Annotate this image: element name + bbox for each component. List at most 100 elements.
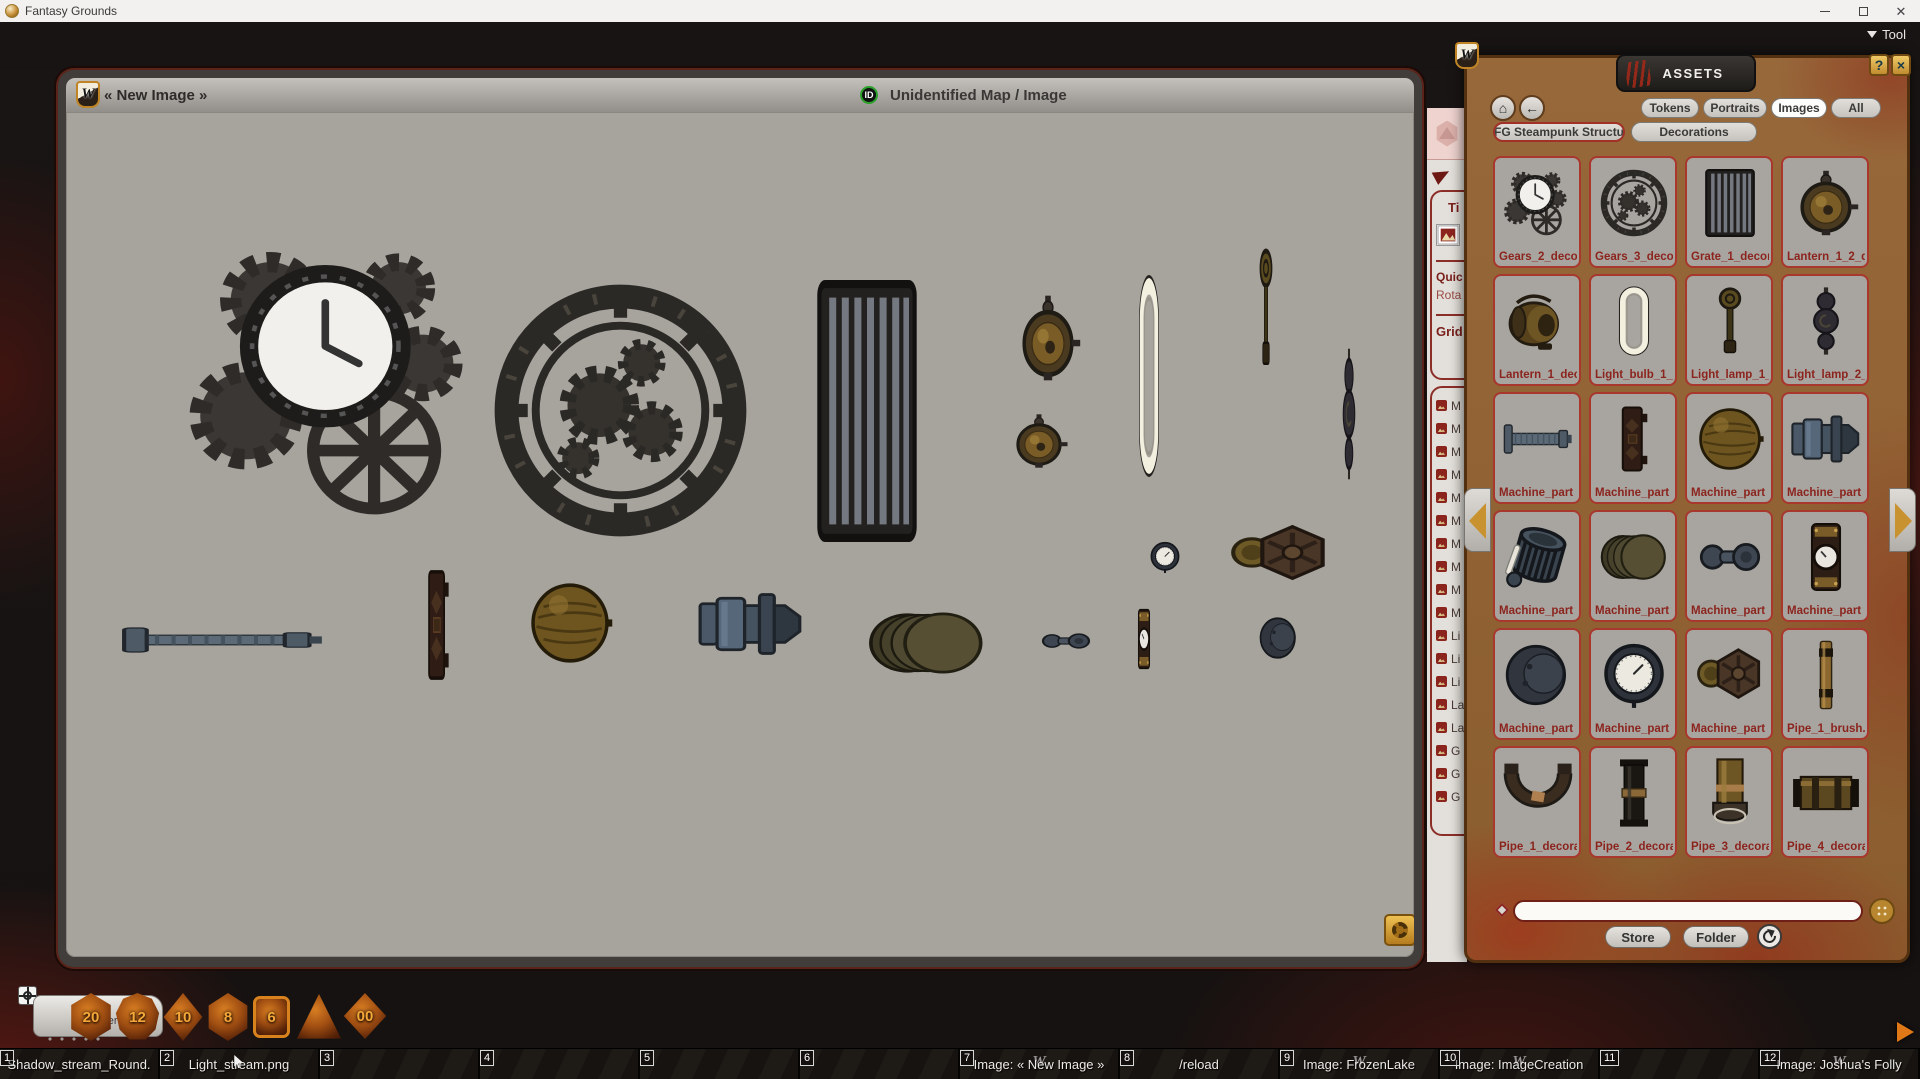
canvas-object-small-gauge[interactable] [1148, 540, 1182, 574]
hotkey-slot-3[interactable]: 3 [320, 1049, 480, 1079]
asset-item[interactable]: Lantern_1_dec [1493, 274, 1581, 386]
category-filter-button[interactable]: Decorations [1631, 122, 1757, 142]
die-d4[interactable] [296, 993, 342, 1041]
refresh-button[interactable] [1757, 924, 1782, 949]
folder-button[interactable]: Folder [1683, 926, 1749, 948]
hotkey-slot-12[interactable]: 12WImage: Joshua's Folly [1760, 1049, 1920, 1079]
image-canvas[interactable] [66, 112, 1414, 957]
image-thumb-icon[interactable] [1436, 224, 1460, 246]
hotkey-slot-9[interactable]: 9WImage: FrozenLake [1280, 1049, 1440, 1079]
search-input[interactable] [1513, 900, 1863, 922]
asset-item[interactable]: Light_lamp_1_ [1685, 274, 1773, 386]
canvas-object-gold-disc[interactable] [526, 578, 614, 668]
home-button[interactable]: ⌂ [1490, 95, 1516, 121]
canvas-object-bolt-pipe[interactable] [120, 610, 326, 670]
asset-item[interactable]: Light_bulb_1_d [1589, 274, 1677, 386]
asset-item[interactable]: Gears_3_decor [1589, 156, 1677, 268]
asset-item[interactable]: Pipe_3_decora [1685, 746, 1773, 858]
asset-item[interactable]: Gears_2_decor [1493, 156, 1581, 268]
assets-panel-title[interactable]: Assets [1616, 54, 1756, 92]
canvas-object-lantern-round-large[interactable] [1013, 292, 1083, 384]
list-item[interactable]: M [1436, 417, 1467, 440]
list-item[interactable]: Li [1436, 624, 1467, 647]
tool-menu[interactable]: Tool [1867, 27, 1906, 42]
tab-portraits[interactable]: Portraits [1703, 98, 1767, 118]
asset-item[interactable]: Machine_part [1685, 392, 1773, 504]
hotkey-slot-1[interactable]: 1Shadow_stream_Round. [0, 1049, 160, 1079]
die-d100[interactable]: 00 [342, 993, 388, 1039]
tab-images[interactable]: Images [1771, 98, 1827, 118]
canvas-object-key-lamp[interactable] [1246, 246, 1286, 370]
page-next-button[interactable] [1889, 488, 1916, 552]
grid-view-button[interactable] [1869, 898, 1895, 924]
asset-item[interactable]: Machine_part [1685, 510, 1773, 622]
asset-item[interactable]: Machine_part [1781, 392, 1869, 504]
asset-item[interactable]: Machine_part [1493, 510, 1581, 622]
asset-item[interactable]: Pipe_1_decora [1493, 746, 1581, 858]
canvas-object-grate[interactable] [797, 276, 937, 546]
panel-close-button[interactable]: × [1891, 54, 1911, 76]
list-item[interactable]: M [1436, 486, 1467, 509]
canvas-object-gear-cluster-clock[interactable] [185, 236, 490, 526]
canvas-object-gauge-panel[interactable] [1130, 608, 1158, 670]
maximize-button[interactable] [1844, 0, 1882, 22]
canvas-object-blue-assembly[interactable] [698, 578, 804, 670]
list-item[interactable]: G [1436, 785, 1467, 808]
asset-item[interactable]: Machine_part [1493, 392, 1581, 504]
module-filter-button[interactable]: FG Steampunk Structu [1493, 122, 1625, 142]
list-item[interactable]: Li [1436, 647, 1467, 670]
asset-item[interactable]: Lantern_1_2_d [1781, 156, 1869, 268]
canvas-gear-button[interactable] [1384, 914, 1414, 946]
canvas-object-rod-lamp[interactable] [1332, 346, 1366, 482]
list-item[interactable]: M [1436, 509, 1467, 532]
asset-item[interactable]: Machine_part [1589, 510, 1677, 622]
asset-item[interactable]: Machine_part [1685, 628, 1773, 740]
list-item[interactable]: G [1436, 739, 1467, 762]
canvas-object-bracket[interactable] [410, 566, 466, 684]
page-prev-button[interactable] [1464, 488, 1491, 552]
list-item[interactable]: M [1436, 555, 1467, 578]
list-item[interactable]: M [1436, 394, 1467, 417]
die-d6[interactable]: 6 [253, 996, 290, 1038]
hotkey-slot-6[interactable]: 6 [800, 1049, 960, 1079]
list-item[interactable]: M [1436, 440, 1467, 463]
pointer-button[interactable] [1897, 1022, 1914, 1042]
list-item[interactable]: G [1436, 762, 1467, 785]
close-button[interactable]: ✕ [1882, 0, 1920, 22]
hotkey-slot-2[interactable]: 2Light_stream.png [160, 1049, 320, 1079]
canvas-object-dark-disc[interactable] [1258, 614, 1300, 662]
back-button[interactable]: ← [1519, 95, 1545, 121]
asset-item[interactable]: Pipe_2_decora [1589, 746, 1677, 858]
hotkey-slot-4[interactable]: 4 [480, 1049, 640, 1079]
hotkey-slot-11[interactable]: 11 [1600, 1049, 1760, 1079]
help-button[interactable]: ? [1869, 54, 1889, 76]
asset-item[interactable]: Machine_part [1493, 628, 1581, 740]
asset-item[interactable]: Pipe_4_decora [1781, 746, 1869, 858]
canvas-object-dumbbell-part[interactable] [1038, 622, 1094, 660]
list-item[interactable]: M [1436, 532, 1467, 555]
hotkey-slot-8[interactable]: 8/reload [1120, 1049, 1280, 1079]
hotkey-slot-10[interactable]: 10WImage: ImageCreation [1440, 1049, 1600, 1079]
list-item[interactable]: La [1436, 716, 1467, 739]
canvas-object-gear-ring-clock[interactable] [488, 278, 753, 543]
list-item[interactable]: La [1436, 693, 1467, 716]
asset-item[interactable]: Grate_1_decor [1685, 156, 1773, 268]
asset-item[interactable]: Machine_part [1589, 392, 1677, 504]
tab-tokens[interactable]: Tokens [1641, 98, 1699, 118]
canvas-object-lantern-round-small[interactable] [1008, 412, 1070, 470]
canvas-object-light-bulb-tube[interactable] [1126, 274, 1172, 478]
asset-item[interactable]: Pipe_1_brush. [1781, 628, 1869, 740]
hotkey-slot-7[interactable]: 7WImage: « New Image » [960, 1049, 1120, 1079]
store-button[interactable]: Store [1605, 926, 1671, 948]
tab-all[interactable]: All [1831, 98, 1881, 118]
asset-item[interactable]: Machine_part [1589, 628, 1677, 740]
die-d10[interactable]: 10 [162, 993, 204, 1041]
list-item[interactable]: Li [1436, 670, 1467, 693]
minimize-button[interactable] [1806, 0, 1844, 22]
list-item[interactable]: M [1436, 601, 1467, 624]
canvas-object-stacked-discs[interactable] [866, 596, 988, 690]
asset-item[interactable]: Machine_part [1781, 510, 1869, 622]
asset-item[interactable]: Light_lamp_2_ [1781, 274, 1869, 386]
canvas-object-hex-valve[interactable] [1228, 516, 1332, 592]
list-item[interactable]: M [1436, 578, 1467, 601]
